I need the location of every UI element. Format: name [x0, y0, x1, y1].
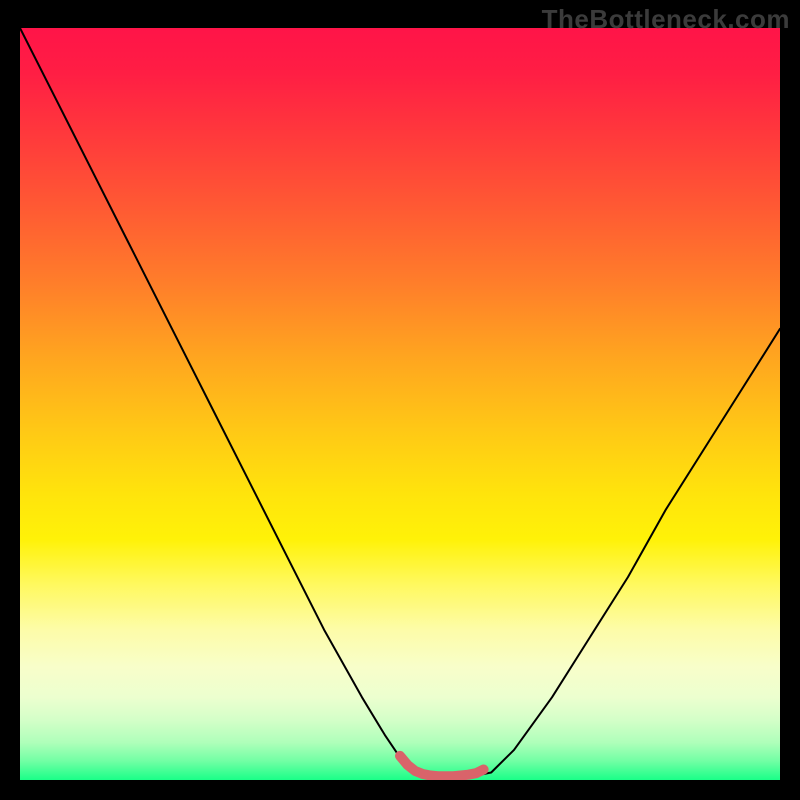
bottleneck-curve — [20, 28, 780, 776]
plot-area — [20, 28, 780, 780]
watermark-text: TheBottleneck.com — [542, 4, 790, 35]
optimal-range-marker — [400, 756, 484, 776]
curve-layer — [20, 28, 780, 780]
chart-frame: TheBottleneck.com — [0, 0, 800, 800]
